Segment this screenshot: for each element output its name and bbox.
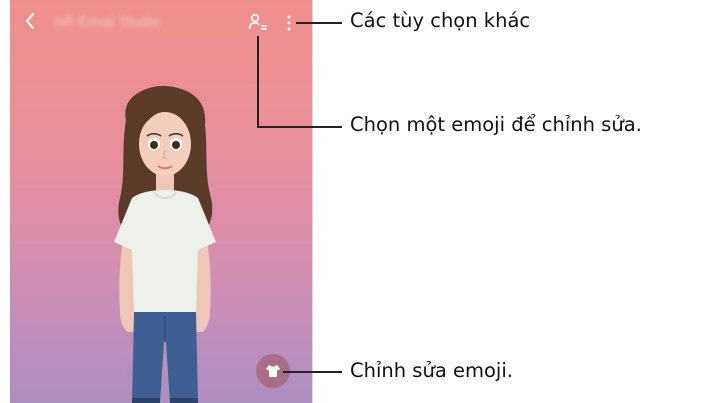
select-emoji-button[interactable] bbox=[247, 12, 269, 34]
app-bar: AR Emoji Studio bbox=[10, 0, 312, 46]
callout-edit-emoji: Chỉnh sửa emoji. bbox=[350, 359, 513, 382]
person-list-icon bbox=[248, 13, 267, 30]
shirt-icon bbox=[266, 365, 280, 377]
callout-line-select-horizontal bbox=[257, 126, 342, 128]
callout-more-options: Các tùy chọn khác bbox=[350, 9, 531, 32]
emoji-avatar bbox=[114, 85, 216, 403]
callout-line-more-options bbox=[296, 22, 342, 24]
callout-line-select-vertical bbox=[257, 36, 259, 128]
chevron-left-icon bbox=[26, 13, 34, 29]
back-button[interactable] bbox=[24, 11, 44, 33]
more-options-button[interactable] bbox=[282, 12, 296, 34]
callout-line-edit bbox=[283, 371, 342, 373]
callout-select-emoji: Chọn một emoji để chỉnh sửa. bbox=[350, 113, 642, 136]
phone-screen: AR Emoji Studio bbox=[10, 0, 313, 403]
vertical-dots-icon bbox=[287, 15, 291, 31]
app-title: AR Emoji Studio bbox=[54, 13, 161, 29]
